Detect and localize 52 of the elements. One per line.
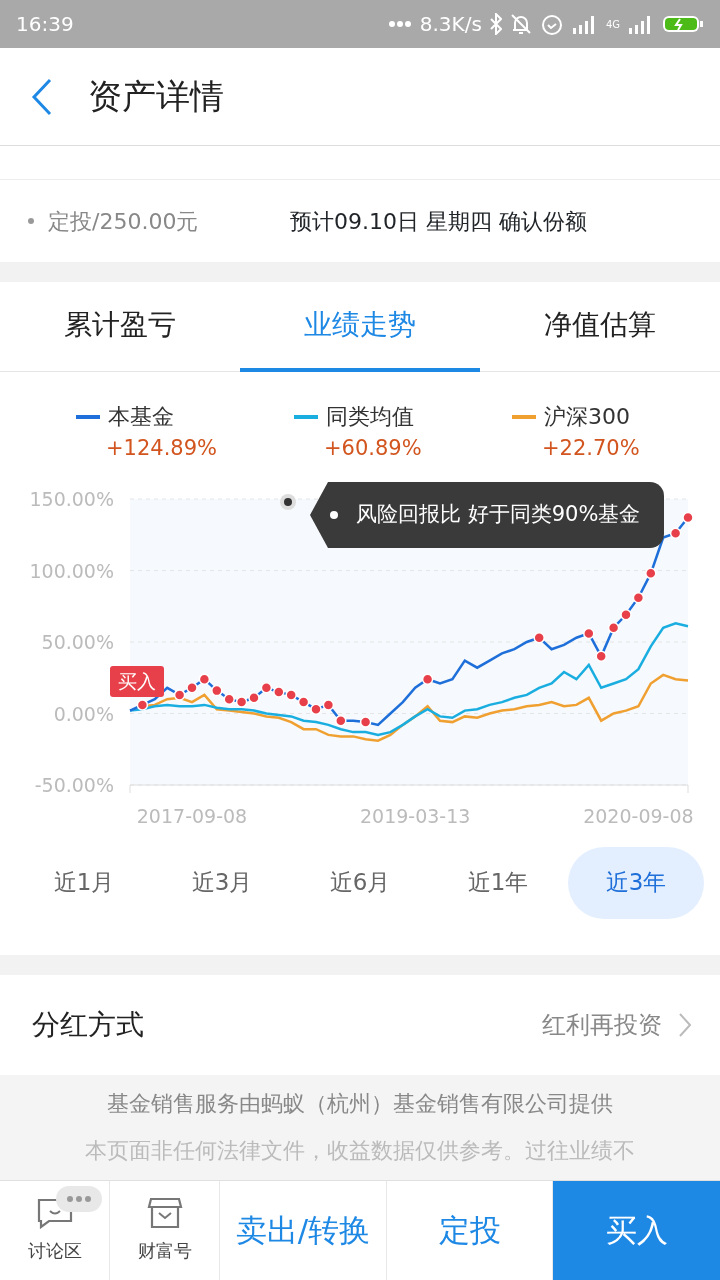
- row-label: 分红方式: [32, 1007, 144, 1043]
- legend-label: 沪深300: [544, 403, 630, 431]
- range-tab[interactable]: 近3年: [568, 846, 704, 919]
- range-tab[interactable]: 近3月: [154, 846, 290, 919]
- bluetooth-icon: [489, 13, 502, 35]
- y-tick-label: 50.00%: [41, 630, 114, 653]
- legend-label: 本基金: [108, 403, 174, 431]
- row-value[interactable]: 红利再投资: [542, 1007, 662, 1043]
- range-tab[interactable]: 近1月: [16, 846, 152, 919]
- x-tick-label: 2017-09-08: [136, 804, 248, 827]
- chevron-right-icon: [678, 1012, 692, 1038]
- nav-button[interactable]: 财富号: [110, 1181, 220, 1280]
- legend-value: +124.89%: [106, 435, 219, 462]
- legend-swatch: [76, 414, 100, 419]
- legend-value: +60.89%: [324, 435, 423, 462]
- bullet-icon: [330, 511, 338, 519]
- legend-label: 同类均值: [326, 403, 414, 431]
- y-tick-label: 150.00%: [29, 487, 114, 510]
- range-tab[interactable]: 近1年: [430, 846, 566, 919]
- disclaimer-text: 基金销售服务由蚂蚁（杭州）基金销售有限公司提供: [106, 1090, 614, 1118]
- back-icon[interactable]: [30, 77, 54, 116]
- shop-icon: [146, 1197, 183, 1229]
- legend-swatch: [294, 414, 318, 419]
- y-tick-label: 100.00%: [29, 559, 114, 581]
- legend-value: +22.70%: [542, 435, 641, 462]
- network-speed: 8.3K/s: [419, 11, 482, 38]
- page-title: 资产详情: [88, 75, 224, 118]
- y-tick-label: 0.00%: [53, 702, 114, 724]
- buy-tag: 买入: [110, 666, 164, 697]
- hover-dot-icon: [280, 493, 296, 510]
- tab[interactable]: 净值估算: [480, 282, 720, 372]
- battery-charging-icon: [662, 14, 704, 34]
- disclaimer-text: 本页面非任何法律文件，收益数据仅供参考。过往业绩不: [84, 1137, 636, 1165]
- tab[interactable]: 累计盈亏: [0, 282, 240, 372]
- confirm-note: 预计09.10日 星期四 确认份额: [290, 207, 587, 236]
- alarm-icon: [539, 12, 564, 36]
- nav-button[interactable]: 讨论区: [0, 1181, 110, 1280]
- more-badge-icon: [56, 1186, 102, 1212]
- action-button[interactable]: 卖出/转换: [220, 1181, 387, 1280]
- legend-swatch: [512, 414, 536, 419]
- mute-bell-icon: [509, 13, 532, 35]
- y-tick-label: -50.00%: [34, 773, 114, 796]
- plan-amount: 定投/250.00元: [48, 207, 200, 236]
- more-dots-icon: [387, 20, 412, 28]
- clock-time: 16:39: [16, 11, 74, 38]
- bullet-icon: [28, 218, 34, 224]
- network-type: 4G: [605, 17, 620, 32]
- range-tab[interactable]: 近6月: [292, 846, 428, 919]
- tooltip-text: 风险回报比 好于同类90%基金: [356, 501, 641, 529]
- buy-button[interactable]: 买入: [553, 1181, 720, 1280]
- x-tick-label: 2020-09-08: [583, 804, 694, 827]
- x-tick-label: 2019-03-13: [360, 804, 471, 827]
